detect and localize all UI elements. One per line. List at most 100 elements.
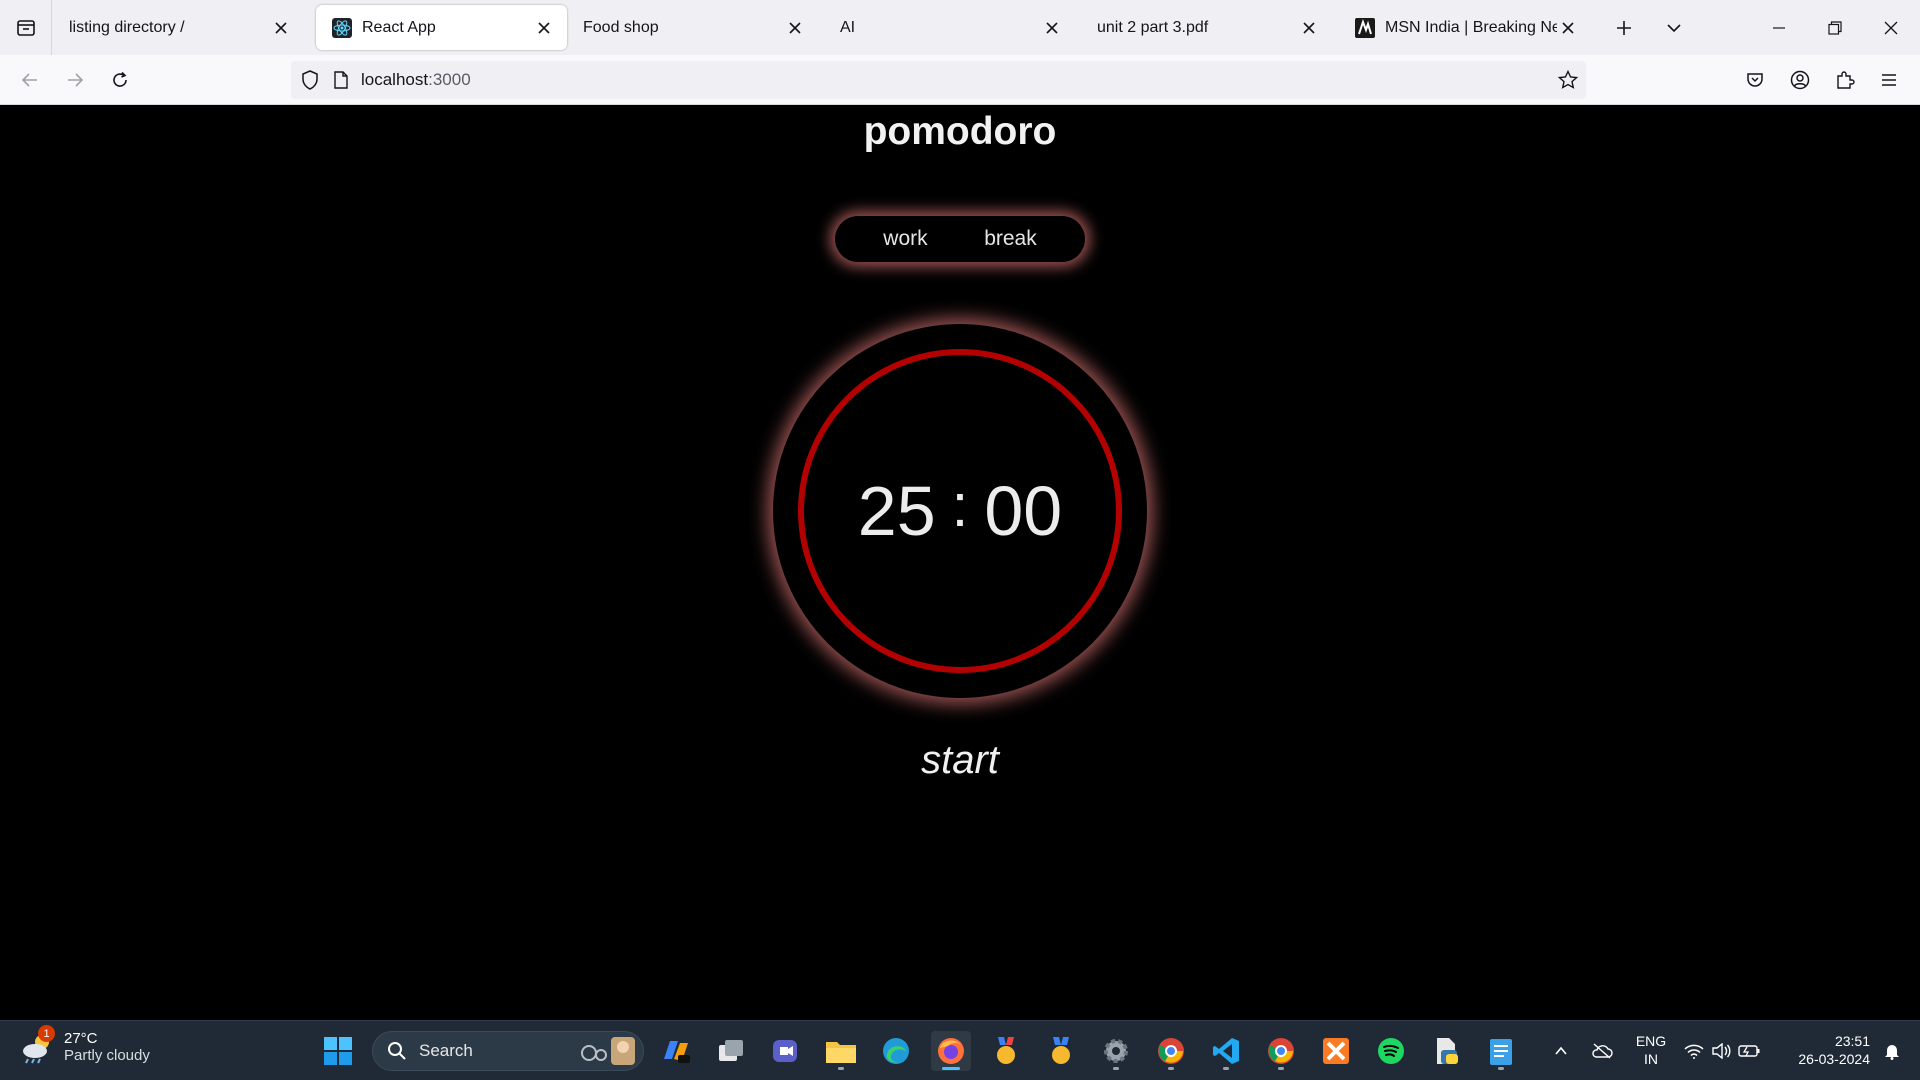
spotify-app[interactable]	[1371, 1031, 1411, 1071]
quick-settings-button[interactable]	[1680, 1031, 1764, 1071]
close-icon[interactable]	[533, 17, 555, 39]
url-port: :3000	[428, 70, 471, 89]
url-bar[interactable]: localhost:3000	[291, 61, 1586, 99]
chrome-icon	[1158, 1038, 1184, 1064]
edge-app[interactable]	[876, 1031, 916, 1071]
url-host: localhost	[361, 70, 429, 89]
folder-icon	[826, 1042, 856, 1063]
xampp-app[interactable]	[1316, 1031, 1356, 1071]
tab-msn[interactable]: MSN India | Breaking News,	[1339, 5, 1591, 50]
close-icon[interactable]	[270, 17, 292, 39]
start-button[interactable]: start	[860, 738, 1060, 783]
task-view-app[interactable]	[711, 1031, 751, 1071]
tab-title: MSN India | Breaking News,	[1385, 18, 1557, 36]
running-indicator	[838, 1067, 844, 1070]
region-code: IN	[1644, 1051, 1658, 1067]
taskbar-search[interactable]: Search	[372, 1031, 644, 1071]
star-icon[interactable]	[1558, 70, 1578, 90]
puzzle-icon	[1837, 71, 1855, 89]
page-content: pomodoro work break 25 : 00 start	[0, 106, 1920, 1020]
tab-unit-pdf[interactable]: unit 2 part 3.pdf	[1081, 5, 1332, 50]
page-icon[interactable]	[333, 71, 349, 89]
search-icon	[388, 1042, 406, 1060]
url-text[interactable]: localhost:3000	[361, 70, 471, 90]
list-all-tabs-button[interactable]	[1646, 0, 1702, 55]
notification-center-button[interactable]	[1874, 1031, 1910, 1071]
start-menu-button[interactable]	[318, 1031, 358, 1071]
weather-widget[interactable]: 1 27°C Partly cloudy	[20, 1025, 150, 1065]
close-icon[interactable]	[1557, 17, 1579, 39]
firefox-app[interactable]	[931, 1031, 971, 1071]
timer-display: 25 : 00	[773, 324, 1147, 698]
close-window-button[interactable]	[1863, 0, 1919, 55]
bell-icon	[1885, 1045, 1899, 1060]
running-indicator	[1223, 1067, 1229, 1070]
onedrive-button[interactable]	[1584, 1031, 1620, 1071]
battery-icon	[1738, 1045, 1760, 1057]
restore-button[interactable]	[1807, 0, 1863, 55]
file-explorer-app[interactable]	[821, 1031, 861, 1071]
close-icon	[1884, 21, 1898, 34]
search-highlight-icon	[581, 1037, 635, 1065]
edge-browser-icon	[883, 1038, 909, 1064]
back-button[interactable]	[14, 64, 46, 96]
running-indicator	[942, 1067, 960, 1070]
close-icon[interactable]	[1041, 17, 1063, 39]
python-app[interactable]	[1426, 1031, 1466, 1071]
chevron-down-icon	[1667, 23, 1681, 32]
forward-button[interactable]	[59, 64, 91, 96]
copilot-app[interactable]	[656, 1031, 696, 1071]
settings-app[interactable]	[1096, 1031, 1136, 1071]
extensions-button[interactable]	[1829, 64, 1861, 96]
tab-title: unit 2 part 3.pdf	[1097, 18, 1209, 36]
clock[interactable]: 23:51 26-03-2024	[1778, 1032, 1870, 1068]
teams-app[interactable]	[766, 1031, 806, 1071]
clock-date: 26-03-2024	[1798, 1051, 1870, 1067]
notepad-app[interactable]	[1481, 1031, 1521, 1071]
tab-title: Food shop	[583, 18, 659, 36]
react-logo-icon	[332, 17, 352, 38]
tab-react-app[interactable]: React App	[316, 5, 567, 50]
task-view-icon	[719, 1040, 743, 1061]
close-icon[interactable]	[1298, 17, 1320, 39]
timer-circle: 25 : 00	[773, 324, 1147, 698]
minimize-icon	[1773, 26, 1785, 29]
break-mode-button[interactable]: break	[984, 227, 1037, 251]
menu-button[interactable]	[1873, 64, 1905, 96]
language-indicator[interactable]: ENG IN	[1628, 1032, 1674, 1068]
weather-condition: Partly cloudy	[64, 1047, 150, 1064]
timer-minutes: 25	[857, 472, 936, 550]
tab-listing-directory[interactable]: listing directory /	[53, 5, 304, 50]
new-tab-button[interactable]	[1596, 0, 1652, 55]
minimize-button[interactable]	[1751, 0, 1807, 55]
navigation-toolbar: localhost:3000	[0, 55, 1920, 105]
reload-button[interactable]	[104, 64, 136, 96]
chrome-app-1[interactable]	[1151, 1031, 1191, 1071]
video-call-icon	[773, 1040, 797, 1062]
tab-list-button[interactable]	[0, 0, 52, 55]
account-button[interactable]	[1784, 64, 1816, 96]
medal-app-1[interactable]	[986, 1031, 1026, 1071]
spotify-icon	[1378, 1038, 1404, 1064]
account-icon	[1790, 70, 1810, 90]
weather-temperature: 27°C	[64, 1030, 98, 1047]
vscode-app[interactable]	[1206, 1031, 1246, 1071]
xampp-icon	[1323, 1038, 1349, 1064]
tab-title: React App	[362, 18, 436, 36]
medal-app-2[interactable]	[1041, 1031, 1081, 1071]
volume-icon	[1712, 1043, 1731, 1059]
tab-food-shop[interactable]: Food shop	[567, 5, 818, 50]
shield-icon[interactable]	[301, 70, 319, 90]
notepad-icon	[1490, 1039, 1512, 1065]
pocket-button[interactable]	[1739, 64, 1771, 96]
taskbar: 1 27°C Partly cloudy Search ENG IN 23:51…	[0, 1020, 1920, 1080]
arrow-right-icon	[68, 73, 84, 87]
medal-icon	[997, 1037, 1015, 1064]
tab-ai[interactable]: AI	[824, 5, 1075, 50]
work-mode-button[interactable]: work	[883, 227, 927, 251]
copilot-icon	[664, 1041, 690, 1063]
close-icon[interactable]	[784, 17, 806, 39]
show-hidden-icons-button[interactable]	[1541, 1031, 1581, 1071]
weather-icon: 1	[20, 1025, 56, 1065]
chrome-app-2[interactable]	[1261, 1031, 1301, 1071]
